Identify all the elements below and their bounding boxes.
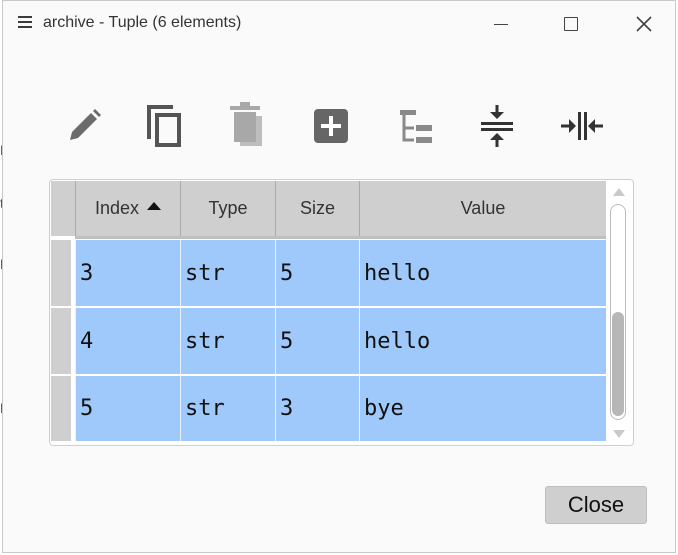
table-row[interactable]: 4 str 5 hello: [50, 308, 606, 374]
cell-value[interactable]: bye: [359, 376, 606, 441]
edit-icon: [70, 109, 101, 140]
table-header: Index Type Size Value: [50, 180, 606, 236]
cell-value[interactable]: hello: [359, 308, 606, 374]
tree-view-button[interactable]: [391, 101, 441, 151]
table-row[interactable]: 5 str 3 bye: [50, 376, 606, 441]
cell-index[interactable]: 3: [75, 240, 180, 306]
tuple-editor-dialog: archive - Tuple (6 elements) Index Type …: [2, 0, 676, 553]
cell-size[interactable]: 5: [275, 308, 359, 374]
cell-type[interactable]: str: [180, 240, 275, 306]
copy-icon: [147, 105, 181, 147]
close-icon: [636, 16, 652, 32]
column-header-value[interactable]: Value: [359, 181, 606, 236]
row-header[interactable]: [51, 240, 71, 306]
window-title: archive - Tuple (6 elements): [43, 14, 242, 31]
cell-type[interactable]: str: [180, 376, 275, 441]
cell-value[interactable]: hello: [359, 240, 606, 306]
column-header-size[interactable]: Size: [275, 181, 359, 236]
delete-button[interactable]: [221, 101, 271, 151]
cell-index[interactable]: 4: [75, 308, 180, 374]
column-header-type[interactable]: Type: [180, 181, 275, 236]
cell-type[interactable]: str: [180, 308, 275, 374]
column-label: Size: [299, 198, 335, 218]
copy-button[interactable]: [139, 101, 189, 151]
sort-ascending-icon: [147, 201, 162, 210]
column-label: Value: [460, 198, 506, 218]
resize-columns-icon: [561, 112, 603, 140]
cell-size[interactable]: 3: [275, 376, 359, 441]
close-window-button[interactable]: [621, 9, 665, 39]
insert-icon: [314, 109, 348, 143]
cell-index[interactable]: 5: [75, 376, 180, 441]
maximize-button[interactable]: [549, 9, 593, 39]
scroll-up-icon[interactable]: [613, 188, 625, 196]
tree-icon: [400, 110, 432, 143]
collapse-icon: [481, 105, 513, 147]
scroll-down-icon[interactable]: [613, 430, 625, 438]
edit-button[interactable]: [59, 101, 109, 151]
header-divider: [75, 236, 606, 239]
list-icon: [18, 16, 32, 28]
insert-button[interactable]: [306, 101, 356, 151]
row-header[interactable]: [51, 308, 71, 374]
toolbar: [3, 101, 675, 153]
row-header[interactable]: [51, 376, 71, 441]
vertical-scrollbar[interactable]: [608, 186, 630, 440]
title-bar[interactable]: archive - Tuple (6 elements): [3, 1, 675, 47]
minimize-button[interactable]: [479, 9, 523, 39]
scroll-thumb[interactable]: [612, 312, 624, 416]
column-label: Type: [208, 198, 248, 218]
table-row[interactable]: 3 str 5 hello: [50, 240, 606, 306]
resize-columns-button[interactable]: [557, 101, 607, 151]
column-header-index[interactable]: Index: [75, 181, 180, 236]
close-button[interactable]: Close: [545, 486, 647, 524]
delete-icon: [230, 102, 262, 146]
cell-size[interactable]: 5: [275, 240, 359, 306]
elements-table: Index Type Size Value 3 str 5 hello 4 st…: [49, 179, 634, 446]
column-label: Index: [94, 198, 140, 218]
collapse-button[interactable]: [472, 101, 522, 151]
header-corner: [51, 181, 75, 236]
